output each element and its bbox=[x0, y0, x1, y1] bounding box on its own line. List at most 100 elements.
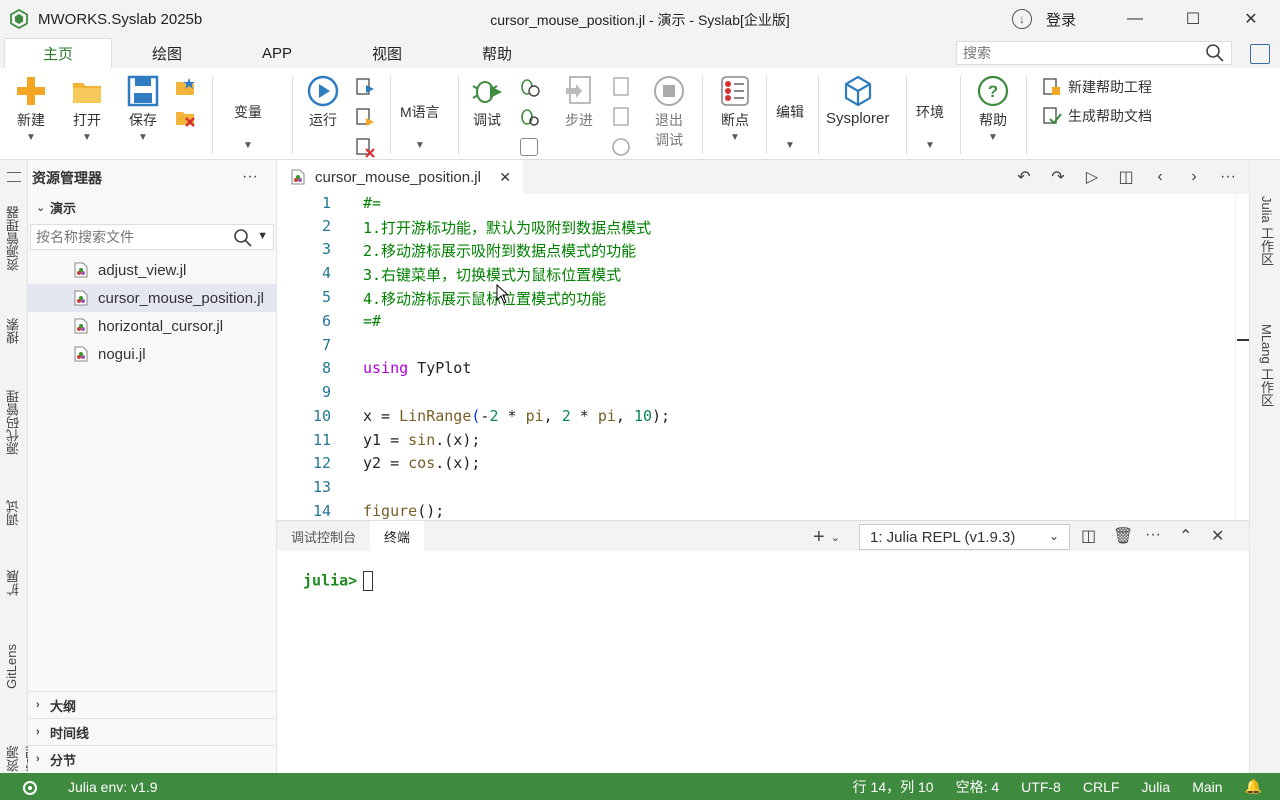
file-item[interactable]: adjust_view.jl bbox=[28, 256, 276, 284]
scroll-marker bbox=[1237, 339, 1249, 341]
trash-icon[interactable]: 🗑 bbox=[1113, 526, 1133, 546]
debug-button[interactable]: 调试 bbox=[470, 74, 504, 130]
activity-explorer[interactable]: 资源管理器 bbox=[4, 206, 23, 271]
close-icon[interactable]: ✕ bbox=[499, 169, 511, 186]
run-section-icon[interactable] bbox=[354, 76, 376, 98]
timeline-section[interactable]: › 时间线 bbox=[28, 718, 277, 745]
save-button[interactable]: 保存 ▼ bbox=[126, 74, 160, 143]
line-number: 4 bbox=[321, 264, 331, 282]
edit-button[interactable]: 编辑 ▼ bbox=[776, 100, 804, 151]
line-number: 6 bbox=[321, 312, 331, 330]
run-button[interactable]: 运行 bbox=[306, 74, 340, 130]
variables-label: 变量 bbox=[234, 104, 262, 120]
file-search-input[interactable]: 按名称搜索文件 ▼ bbox=[30, 224, 274, 250]
sysplorer-button[interactable]: Sysplorer bbox=[826, 74, 889, 127]
menu-icon[interactable] bbox=[7, 172, 21, 182]
new-terminal-button[interactable]: + ⌄ bbox=[813, 526, 840, 549]
more-actions-icon[interactable]: ··· bbox=[1145, 526, 1161, 544]
app-name: MWORKS.Syslab 2025b bbox=[38, 10, 203, 28]
open-button[interactable]: 打开 ▼ bbox=[70, 74, 104, 143]
more-actions-icon[interactable]: ··· bbox=[1217, 166, 1239, 188]
more-actions-icon[interactable]: ··· bbox=[242, 168, 258, 186]
maximize-button[interactable]: ☐ bbox=[1164, 0, 1222, 38]
editor-tab[interactable]: cursor_mouse_position.jl ✕ bbox=[277, 160, 523, 194]
tab-app[interactable]: APP bbox=[222, 38, 332, 68]
remove-folder-icon[interactable] bbox=[174, 106, 196, 128]
encoding-status[interactable]: UTF-8 bbox=[1021, 779, 1061, 795]
new-button[interactable]: 新建 ▼ bbox=[14, 74, 48, 143]
sections-section[interactable]: › 分节 bbox=[28, 745, 277, 772]
code-line: =# bbox=[363, 312, 382, 330]
language-status[interactable]: Julia bbox=[1141, 779, 1170, 795]
back-icon[interactable]: ‹ bbox=[1149, 166, 1171, 188]
tab-debug-console[interactable]: 调试控制台 bbox=[277, 521, 370, 551]
environment-button[interactable]: 环境 ▼ bbox=[916, 100, 944, 151]
tab-terminal[interactable]: 终端 bbox=[370, 521, 425, 551]
breakpoint-button[interactable]: 断点 ▼ bbox=[718, 74, 752, 143]
code-editor[interactable]: 1 #= 2 1.打开游标功能，默认为吸附到数据点模式 3 2.移动游标展示吸附到数据… bbox=[277, 194, 1249, 520]
login-button[interactable]: ↓ 登录 bbox=[1011, 9, 1076, 30]
run-icon bbox=[307, 75, 339, 107]
debug-checkbox[interactable] bbox=[520, 138, 538, 156]
minimize-button[interactable]: — bbox=[1106, 0, 1164, 38]
file-item-selected[interactable]: cursor_mouse_position.jl bbox=[28, 284, 276, 312]
debug-clock-icon[interactable] bbox=[518, 76, 540, 98]
tab-plot[interactable]: 绘图 bbox=[112, 38, 222, 68]
mlang-workspace-tab[interactable]: MLang 工作区 bbox=[1257, 324, 1276, 406]
mlang-button[interactable]: M语言 ▼ bbox=[400, 100, 440, 151]
editor-scrollbar[interactable] bbox=[1235, 194, 1249, 520]
remote-icon[interactable] bbox=[18, 776, 42, 798]
generate-help-doc-button[interactable]: 生成帮助文档 bbox=[1040, 105, 1152, 127]
maximize-panel-icon[interactable]: ⌃ bbox=[1179, 526, 1192, 546]
exit-debug-button[interactable]: 退出 调试 bbox=[652, 74, 686, 150]
tab-view[interactable]: 视图 bbox=[332, 38, 442, 68]
bell-icon[interactable]: 🔔 bbox=[1245, 778, 1262, 795]
debug-settings-icon[interactable] bbox=[518, 106, 540, 128]
code-token: * bbox=[498, 407, 526, 425]
chevron-down-icon[interactable]: ▼ bbox=[257, 230, 268, 242]
step-button[interactable]: 步进 bbox=[562, 74, 596, 130]
redo-icon[interactable]: ↷ bbox=[1047, 166, 1069, 188]
restart-icon[interactable] bbox=[610, 136, 632, 158]
favorite-folder-icon[interactable] bbox=[174, 76, 196, 98]
file-item[interactable]: nogui.jl bbox=[28, 340, 276, 368]
file-item[interactable]: horizontal_cursor.jl bbox=[28, 312, 276, 340]
activity-extensions[interactable]: 扩展 bbox=[4, 570, 23, 596]
activity-scm[interactable]: 源代码管理 bbox=[4, 390, 23, 455]
folder-header[interactable]: ⌄ 演示 bbox=[28, 196, 276, 218]
activity-debug[interactable]: 调试 bbox=[4, 500, 23, 526]
line-number: 10 bbox=[312, 407, 331, 425]
branch-status[interactable]: Main bbox=[1192, 779, 1222, 795]
close-panel-icon[interactable]: ✕ bbox=[1211, 526, 1224, 546]
close-window-button[interactable]: ✕ bbox=[1222, 0, 1280, 38]
step-out-icon[interactable] bbox=[610, 106, 632, 128]
variables-button[interactable]: 变量 ▼ bbox=[234, 100, 262, 151]
activity-gitlens[interactable]: GitLens bbox=[4, 644, 19, 689]
run-advance-icon[interactable] bbox=[354, 106, 376, 128]
divider bbox=[390, 76, 391, 154]
split-terminal-icon[interactable]: ◫ bbox=[1081, 526, 1096, 546]
activity-search[interactable]: 搜索 bbox=[4, 318, 23, 344]
outline-section[interactable]: › 大纲 bbox=[28, 691, 277, 718]
popout-icon[interactable] bbox=[1250, 44, 1270, 64]
split-editor-icon[interactable]: ◫ bbox=[1115, 166, 1137, 188]
julia-env-status[interactable]: Julia env: v1.9 bbox=[68, 779, 158, 795]
new-help-project-button[interactable]: 新建帮助工程 bbox=[1040, 76, 1152, 98]
forward-icon[interactable]: › bbox=[1183, 166, 1205, 188]
undo-icon[interactable]: ↶ bbox=[1013, 166, 1035, 188]
run-file-icon[interactable]: ▷ bbox=[1081, 166, 1103, 188]
indentation-status[interactable]: 空格: 4 bbox=[956, 777, 1000, 797]
terminal-prompt[interactable]: julia> bbox=[303, 571, 374, 591]
code-line: 2.移动游标展示吸附到数据点模式的功能 bbox=[363, 242, 637, 260]
line-number: 2 bbox=[321, 217, 331, 235]
tab-help[interactable]: 帮助 bbox=[442, 38, 552, 68]
help-button[interactable]: ? 帮助 ▼ bbox=[976, 74, 1010, 143]
tab-home[interactable]: 主页 bbox=[4, 38, 112, 68]
eol-status[interactable]: CRLF bbox=[1083, 779, 1120, 795]
terminal-select[interactable]: 1: Julia REPL (v1.9.3) ⌄ bbox=[859, 524, 1070, 550]
cursor-position-status[interactable]: 行 14，列 10 bbox=[853, 777, 934, 797]
global-search-input[interactable]: 搜索 bbox=[956, 41, 1232, 65]
step-in-icon[interactable] bbox=[610, 76, 632, 98]
julia-workspace-tab[interactable]: Julia 工作区 bbox=[1257, 196, 1276, 265]
clear-icon[interactable] bbox=[354, 136, 376, 158]
